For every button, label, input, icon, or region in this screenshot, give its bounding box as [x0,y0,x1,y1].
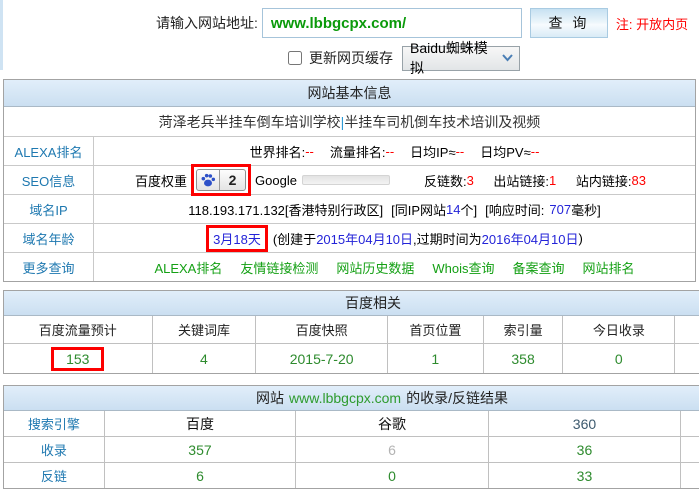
domain-age-row: 域名年龄 3月18天 (创建于2015年04月10日,过期时间为2016年04月… [4,223,695,252]
baidu-related-header: 百度相关 [4,291,699,316]
baidu-snapshot-value: 2015-7-20 [255,344,387,373]
collect-cut-cell [680,437,699,462]
backlink-row: 反链 6 0 33 [4,462,699,488]
col-baidu-snapshot: 百度快照 [255,316,387,343]
backlink-row-label: 反链 [4,463,104,488]
collect-table-header: 网站 www.lbbgcpx.com 的收录/反链结果 [4,386,699,411]
cache-label: 更新网页缓存 [309,48,393,68]
domain-ip-row-label: 域名IP [4,195,94,223]
engine-360: 360 [488,411,680,436]
collect-row: 收录 357 6 36 [4,436,699,462]
backlink-baidu-value: 6 [104,463,296,488]
index-volume-value: 358 [483,344,563,373]
baidu-related-table: 百度相关 百度流量预计 关键词库 百度快照 首页位置 索引量 今日收录 收 15… [3,290,699,374]
left-edge-strip [0,0,3,70]
innerlink-count: 站内链接:83 [576,171,646,190]
spider-select-value: Baidu蜘蛛模拟 [410,38,501,78]
chevron-down-icon [501,50,514,66]
google-pr-label: Google [255,173,297,188]
baidu-weight-value: 2 [220,170,245,190]
col-today-collect: 今日收录 [562,316,674,343]
outlink-count: 出站链接:1 [493,171,556,190]
col-baidu-traffic: 百度流量预计 [4,316,152,343]
seo-stats: 反链数:3 出站链接:1 站内链接:83 [416,171,654,190]
site-title: 菏泽老兵半挂车倒车培训学校|半挂车司机倒车技术培训及视频 [4,107,695,136]
baidu-related-column-headers: 百度流量预计 关键词库 百度快照 首页位置 索引量 今日收录 收 [4,316,699,343]
ip-address: 118.193.171.132[香港特别行政区] [188,200,383,219]
response-time: [响应时间:707毫秒] [485,200,601,219]
link-site-rank[interactable]: 网站排名 [583,258,635,277]
baidu-traffic-annotation-box: 153 [51,347,104,371]
link-icp-query[interactable]: 备案查询 [513,258,565,277]
daily-ip: 日均IP≈-- [410,142,464,161]
baidu-paw-icon [197,170,220,190]
backlink-google-value: 0 [295,463,487,488]
more-query-row: 更多查询 ALEXA排名 友情链接检测 网站历史数据 Whois查询 备案查询 … [4,252,695,281]
today-collect-value: 0 [562,344,674,373]
url-input[interactable] [262,8,522,38]
col-cut-off: 收 [674,316,699,343]
query-form-row: 请输入网站地址: 查 询 注: 开放内页 [156,8,699,38]
google-pr-bar [302,175,390,185]
backlink-count: 反链数:3 [424,171,474,190]
domain-age-value: 3月18天 [213,232,261,247]
backlink-360-value: 33 [488,463,680,488]
cache-row: 更新网页缓存 Baidu蜘蛛模拟 [288,45,699,71]
collect-baidu-value: 357 [104,437,296,462]
cut-off-value [674,344,699,373]
more-query-row-label: 更多查询 [4,253,94,281]
homepage-position-value: 1 [387,344,483,373]
collect-backlink-table: 网站 www.lbbgcpx.com 的收录/反链结果 搜索引擎 百度 谷歌 3… [3,385,699,489]
keyword-count-value: 4 [152,344,256,373]
basic-info-header: 网站基本信息 [4,80,695,107]
seo-query-page: 请输入网站地址: 查 询 注: 开放内页 更新网页缓存 Baidu蜘蛛模拟 网站… [0,0,699,496]
same-ip-sites: [同IP网站14个] [391,200,477,219]
link-alexa-rank[interactable]: ALEXA排名 [154,258,222,277]
baidu-traffic-value: 153 [66,351,89,367]
alexa-row-label: ALEXA排名 [4,137,94,165]
link-friend-link-check[interactable]: 友情链接检测 [240,258,318,277]
url-label: 请输入网站地址: [156,13,258,33]
seo-row: SEO信息 百度权重 2 Google [4,165,695,194]
note-text: 注: 开放内页 [616,14,688,33]
header-domain: www.lbbgcpx.com [289,390,401,406]
seo-row-label: SEO信息 [4,166,94,194]
link-site-history[interactable]: 网站历史数据 [336,258,414,277]
link-whois-query[interactable]: Whois查询 [432,258,494,277]
baidu-weight-badge[interactable]: 2 [196,169,246,191]
col-homepage-position: 首页位置 [387,316,483,343]
engine-baidu: 百度 [104,411,296,436]
collect-google-value: 6 [295,437,487,462]
col-keyword-count: 关键词库 [152,316,256,343]
domain-age-detail: (创建于2015年04月10日,过期时间为2016年04月10日) [273,229,583,248]
traffic-rank: 流量排名:-- [330,142,394,161]
domain-age-row-label: 域名年龄 [4,224,94,252]
engine-row-label: 搜索引擎 [4,411,104,436]
alexa-row: ALEXA排名 世界排名:-- 流量排名:-- 日均IP≈-- 日均PV≈-- [4,136,695,165]
engine-row: 搜索引擎 百度 谷歌 360 [4,411,699,436]
daily-pv: 日均PV≈-- [480,142,539,161]
backlink-cut-cell [680,463,699,488]
engine-cut-cell [680,411,699,436]
refresh-cache-checkbox[interactable] [288,51,302,65]
engine-google: 谷歌 [295,411,487,436]
domain-ip-row: 域名IP 118.193.171.132[香港特别行政区] [同IP网站14个]… [4,194,695,223]
basic-info-table: 网站基本信息 菏泽老兵半挂车倒车培训学校|半挂车司机倒车技术培训及视频 ALEX… [3,79,696,282]
collect-360-value: 36 [488,437,680,462]
spider-select[interactable]: Baidu蜘蛛模拟 [402,46,520,71]
query-button[interactable]: 查 询 [530,8,608,38]
baidu-related-values: 153 4 2015-7-20 1 358 0 [4,343,699,373]
col-index-volume: 索引量 [483,316,563,343]
baidu-traffic-cell: 153 [4,344,152,373]
collect-row-label: 收录 [4,437,104,462]
world-rank: 世界排名:-- [250,142,314,161]
domain-age-annotation-box: 3月18天 [206,225,268,252]
baidu-weight-label: 百度权重 [135,171,187,190]
site-title-row: 菏泽老兵半挂车倒车培训学校|半挂车司机倒车技术培训及视频 [4,107,695,136]
baidu-weight-annotation-box: 2 [191,164,251,196]
